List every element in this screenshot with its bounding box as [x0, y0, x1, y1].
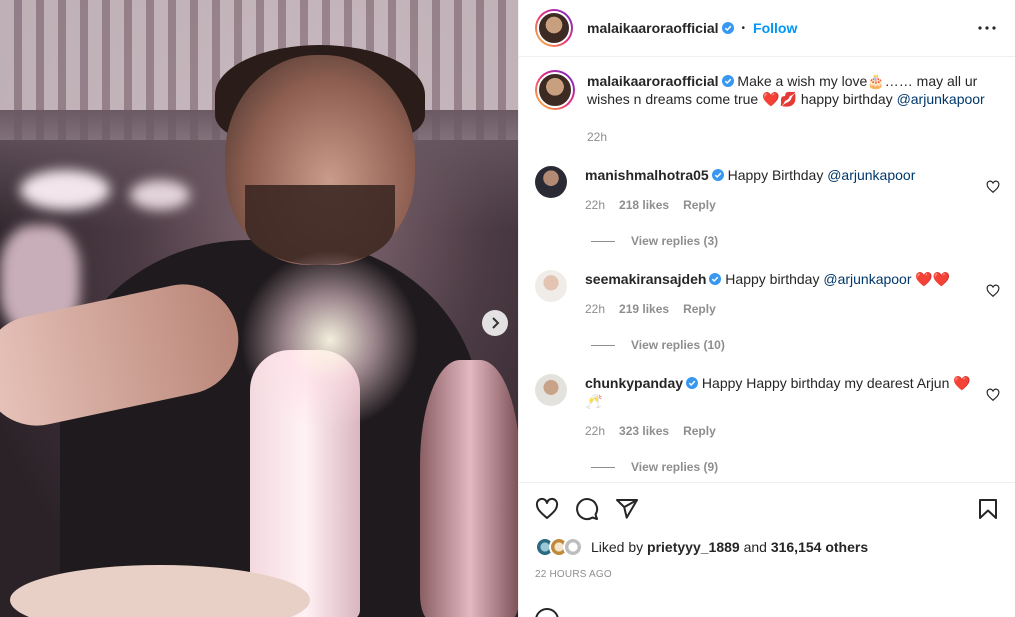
verified-badge-icon — [686, 377, 699, 389]
comment-likes[interactable]: 218 likes — [619, 198, 669, 212]
liker-avatars[interactable] — [535, 537, 583, 557]
comment-time: 22h — [585, 198, 606, 212]
reply-button[interactable]: Reply — [683, 424, 716, 438]
emoji-icon[interactable] — [535, 608, 559, 617]
comment-likes[interactable]: 323 likes — [619, 424, 669, 438]
comment-item: manishmalhotra05 Happy Birthday @arjunka… — [535, 166, 1000, 212]
next-image-button[interactable] — [482, 310, 508, 336]
bookmark-icon[interactable] — [976, 497, 1000, 521]
author-avatar[interactable] — [535, 70, 575, 110]
liked-by-user[interactable]: prietyyy_1889 — [647, 539, 740, 555]
comment-like-heart-icon[interactable] — [986, 388, 1000, 402]
author-username[interactable]: malaikaaroraofficial — [587, 20, 719, 36]
post-timestamp: 22 HOURS AGO — [535, 569, 612, 580]
view-replies-button[interactable]: View replies (3) — [591, 234, 1000, 248]
caption-mention[interactable]: @arjunkapoor — [897, 91, 985, 107]
comment-time: 22h — [585, 302, 606, 316]
reply-button[interactable]: Reply — [683, 198, 716, 212]
post-image — [0, 0, 518, 617]
separator-dot: • — [741, 22, 746, 34]
comment-item: seemakiransajdeh Happy birthday @arjunka… — [535, 270, 1000, 316]
comment-time: 22h — [585, 424, 606, 438]
view-replies-label: View replies (9) — [631, 460, 719, 474]
caption-username[interactable]: malaikaaroraofficial — [587, 73, 719, 89]
decorative-lamp — [420, 360, 518, 617]
view-replies-label: View replies (10) — [631, 338, 725, 352]
comment-item: chunkypanday Happy Happy birthday my dea… — [535, 374, 1000, 438]
follow-button[interactable]: Follow — [753, 20, 797, 36]
candle-flame — [240, 250, 420, 430]
comment-mention[interactable]: @arjunkapoor — [823, 271, 911, 287]
comment-text: Happy birthday — [725, 271, 820, 287]
more-options-icon[interactable] — [975, 16, 999, 40]
author-avatar[interactable] — [535, 9, 573, 47]
commenter-avatar[interactable] — [535, 166, 567, 198]
verified-badge-icon — [721, 22, 734, 34]
view-replies-button[interactable]: View replies (9) — [591, 460, 1000, 474]
heart-icon[interactable] — [535, 497, 559, 521]
share-icon[interactable] — [615, 497, 639, 521]
likes-summary: Liked by prietyyy_1889 and 316,154 other… — [535, 537, 1000, 557]
comment-mention[interactable]: @arjunkapoor — [827, 167, 915, 183]
comment-emoji: ❤️❤️ — [915, 271, 951, 287]
reply-button[interactable]: Reply — [683, 302, 716, 316]
commenter-avatar[interactable] — [535, 374, 567, 406]
verified-badge-icon — [711, 169, 724, 181]
view-replies-label: View replies (3) — [631, 234, 719, 248]
comment-likes[interactable]: 219 likes — [619, 302, 669, 316]
comment-username[interactable]: manishmalhotra05 — [585, 167, 709, 183]
post-panel: malaikaaroraofficial • Follow malaikaaro… — [518, 0, 1015, 617]
view-replies-button[interactable]: View replies (10) — [591, 338, 1000, 352]
comment-like-heart-icon[interactable] — [986, 284, 1000, 298]
likes-count[interactable]: 316,154 others — [771, 539, 868, 555]
comment-username[interactable]: chunkypanday — [585, 375, 683, 391]
verified-badge-icon — [709, 273, 722, 285]
post-header: malaikaaroraofficial • Follow — [519, 0, 1015, 57]
verified-badge-icon — [721, 75, 734, 87]
caption: malaikaaroraofficial Make a wish my love… — [535, 70, 1000, 144]
comment-text: Happy Birthday — [727, 167, 824, 183]
liked-by-prefix: Liked by — [591, 539, 644, 555]
chevron-right-icon — [492, 317, 500, 329]
comment-like-heart-icon[interactable] — [986, 180, 1000, 194]
liked-by-and: and — [743, 539, 767, 555]
caption-time: 22h — [587, 130, 608, 144]
commenter-avatar[interactable] — [535, 270, 567, 302]
comment-username[interactable]: seemakiransajdeh — [585, 271, 706, 287]
comments-list[interactable]: malaikaaroraofficial Make a wish my love… — [519, 58, 1015, 481]
comment-icon[interactable] — [575, 497, 599, 521]
post-actions: Liked by prietyyy_1889 and 316,154 other… — [519, 482, 1015, 580]
